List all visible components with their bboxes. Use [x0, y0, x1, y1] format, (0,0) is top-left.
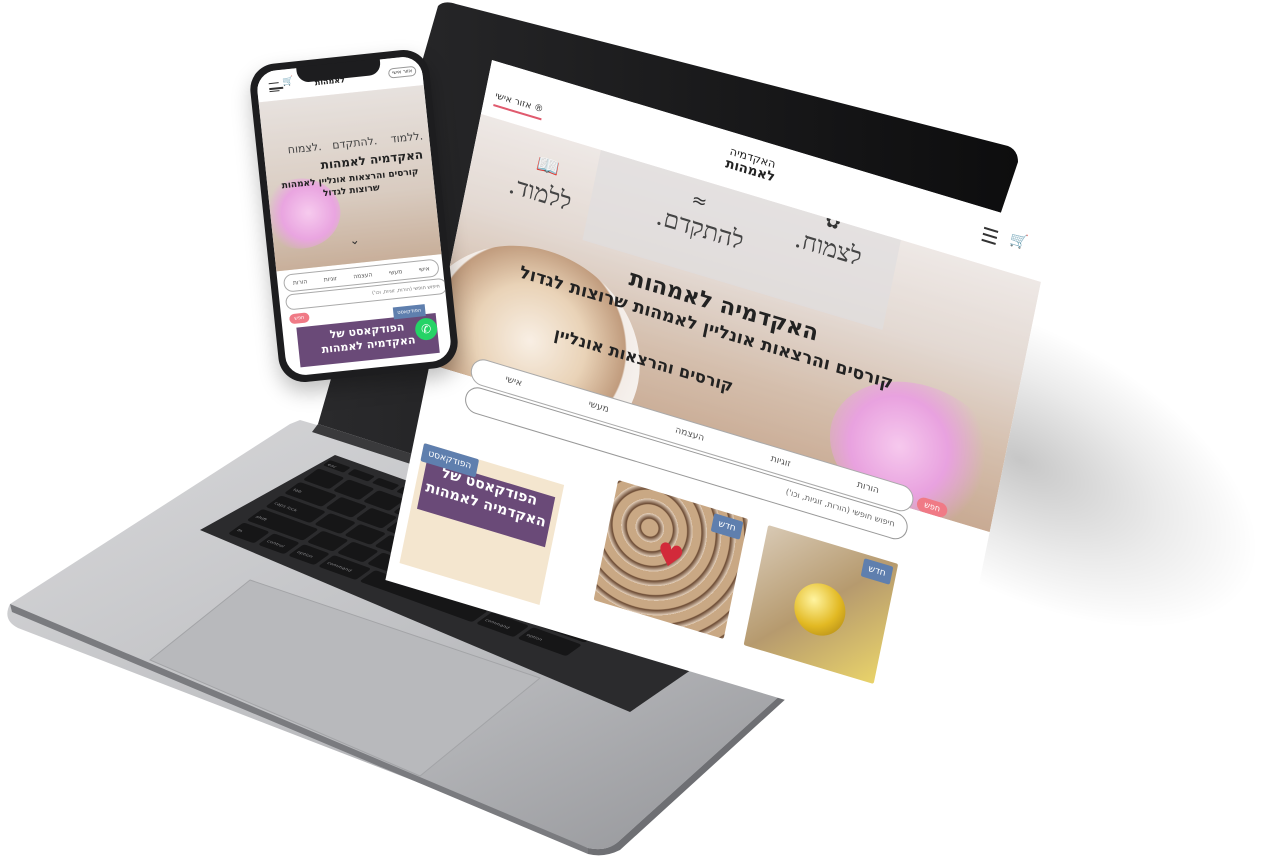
podcast-title: הפודקאסט של האקדמיה לאמהות: [416, 458, 556, 548]
filter-personal[interactable]: אישי: [504, 374, 522, 389]
heart-icon: ♥: [652, 535, 687, 579]
course-card[interactable]: חדש: [743, 525, 899, 684]
mobile-chevron-down-icon[interactable]: ⌄: [349, 233, 360, 248]
mobile-personal-area[interactable]: אזור אישי: [387, 65, 417, 79]
cart-icon[interactable]: 🛒: [1008, 231, 1029, 252]
mobile-search-button[interactable]: חפש: [288, 312, 310, 325]
mockup-stage: esc tab caps lock shift fn control optio…: [0, 0, 1283, 856]
mobile-filter-relationship[interactable]: זוגיות: [323, 275, 337, 283]
filter-parenting[interactable]: הורות: [856, 480, 880, 497]
card-new-badge: חדש: [860, 558, 894, 585]
mobile-filter-parenting[interactable]: הורות: [293, 278, 308, 286]
personal-area-link[interactable]: ® אזור אישי: [493, 91, 545, 121]
mobile-filter-personal[interactable]: אישי: [418, 265, 430, 273]
filter-relationship[interactable]: זוגיות: [770, 454, 792, 470]
website-mobile: 🛒 לאמהות אזור אישי ללמוד. להתקדם. לצמוח.…: [255, 55, 453, 377]
podcast-card[interactable]: הפודקאסט של האקדמיה לאמהות הפודקאסט: [399, 443, 565, 605]
mobile-menu-icon[interactable]: [268, 82, 280, 93]
filter-practical[interactable]: מעשי: [587, 399, 609, 415]
filter-empowerment[interactable]: העצמה: [674, 425, 705, 444]
site-logo[interactable]: האקדמיה לאמהות: [724, 144, 778, 186]
mobile-filter-practical[interactable]: מעשי: [389, 268, 403, 276]
mobile-filter-empowerment[interactable]: העצמה: [353, 271, 373, 280]
course-card[interactable]: ♥ חדש: [593, 480, 749, 639]
mobile-cart-icon[interactable]: 🛒: [282, 77, 294, 88]
card-image-ball: [789, 577, 850, 642]
menu-icon[interactable]: [981, 226, 999, 245]
card-new-badge: חדש: [710, 513, 744, 540]
phone-mockup: 🛒 לאמהות אזור אישי ללמוד. להתקדם. לצמוח.…: [247, 47, 461, 385]
